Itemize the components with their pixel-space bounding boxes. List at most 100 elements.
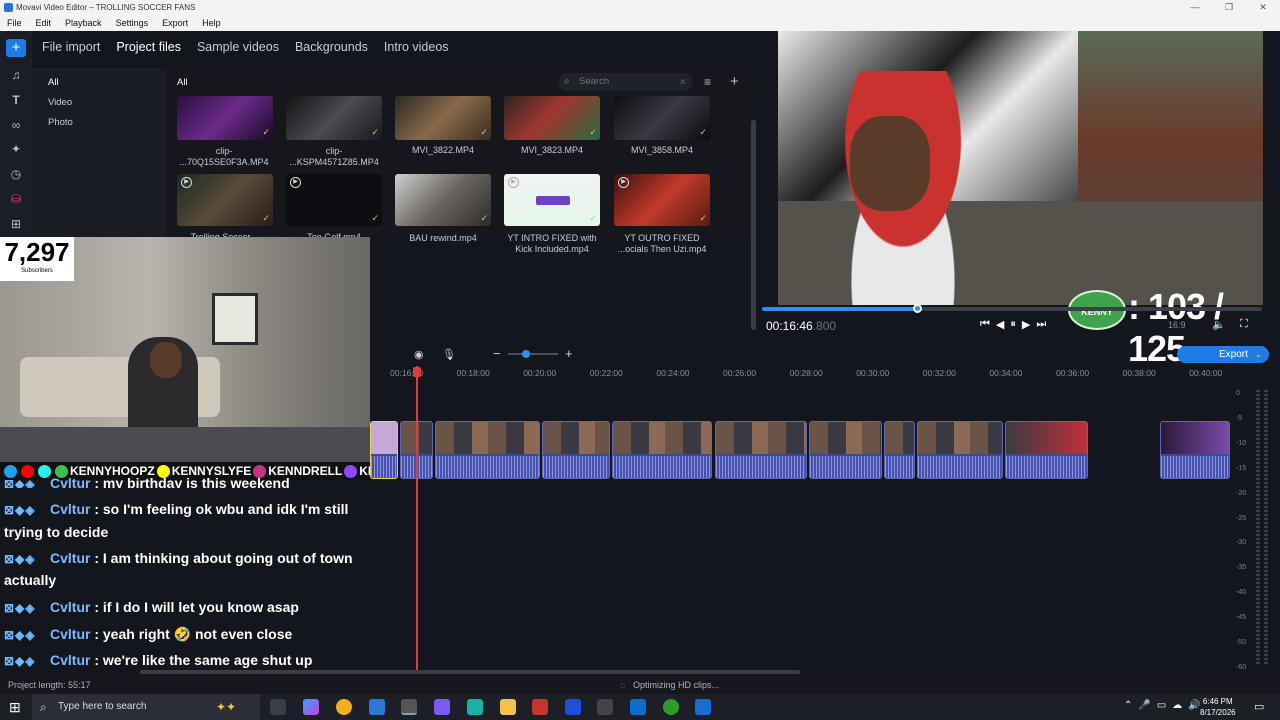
menu-help[interactable]: Help <box>195 15 228 31</box>
menu-export[interactable]: Export <box>155 15 195 31</box>
tray-icons[interactable]: ⌃🎤▭☁🔊 <box>1124 700 1207 711</box>
progress-knob[interactable] <box>913 304 922 313</box>
chat-user: Cvltur <box>50 550 91 566</box>
file-thumb[interactable]: ✓ <box>395 174 491 226</box>
zoom-slider[interactable] <box>508 350 558 358</box>
ruler-tick-label: 00:30:00 <box>856 368 890 378</box>
meter-label: -20 <box>1236 489 1247 497</box>
project-length: Project length: 55:17 <box>8 680 91 690</box>
tab-file-import[interactable]: File import <box>42 40 100 56</box>
aspect-ratio[interactable]: 16:9 <box>1168 320 1186 330</box>
volume-icon[interactable]: 🔈 <box>1212 318 1226 331</box>
discord-icon[interactable] <box>434 699 450 715</box>
close-icon[interactable]: ✕ <box>1246 0 1280 15</box>
files-scrollbar[interactable] <box>751 120 756 330</box>
clear-search-icon[interactable]: ✕ <box>679 73 687 91</box>
playback-progress[interactable] <box>762 304 1262 313</box>
app-icon[interactable] <box>467 699 483 715</box>
ruler-tick-label: 00:20:00 <box>523 368 557 378</box>
timeline-clip[interactable] <box>542 421 610 479</box>
prev-frame-icon[interactable]: ◀ <box>996 318 1004 331</box>
next-frame-icon[interactable]: ▶ <box>1022 318 1030 331</box>
taskbar-clock[interactable]: 6:46 PM 8/17/2026 <box>1200 696 1236 718</box>
file-thumb[interactable]: ✓ <box>614 96 710 140</box>
microphone-icon[interactable]: 🎙 <box>442 348 456 361</box>
timeline-clip[interactable] <box>1005 421 1088 479</box>
copilot-icon[interactable] <box>303 699 319 715</box>
used-check-icon: ✓ <box>480 213 488 223</box>
menu-playback[interactable]: Playback <box>58 15 109 31</box>
minimize-icon[interactable]: — <box>1178 0 1212 15</box>
zoom-out-icon[interactable]: − <box>493 346 501 361</box>
file-thumb[interactable]: ✓ <box>286 96 382 140</box>
file-thumb[interactable]: ▶ ✓ <box>177 174 273 226</box>
add-file-icon[interactable]: + <box>730 73 739 90</box>
tab-project-files[interactable]: Project files <box>116 40 181 56</box>
store-icon[interactable]: ⛁ <box>8 191 24 207</box>
add-media-button[interactable]: + <box>6 39 26 57</box>
file-thumb[interactable]: ✓ <box>177 96 273 140</box>
movavi-icon[interactable] <box>695 699 711 715</box>
used-check-icon: ✓ <box>371 127 379 137</box>
transitions-icon[interactable]: ∞ <box>8 117 24 133</box>
music-icon[interactable]: ♫ <box>8 67 24 83</box>
fullscreen-icon[interactable]: ⛶ <box>1240 318 1248 331</box>
chrome-icon[interactable] <box>336 699 352 715</box>
effects-icon[interactable]: ✦ <box>8 141 24 157</box>
zoom-in-icon[interactable]: + <box>565 346 573 361</box>
notification-icon[interactable]: ▭ <box>1254 700 1264 713</box>
stickers-icon[interactable]: ◷ <box>8 166 24 182</box>
file-thumb[interactable]: ▶ ✓ <box>286 174 382 226</box>
skip-start-icon[interactable]: ⏮ <box>980 318 990 331</box>
playhead[interactable] <box>416 366 418 671</box>
app-icon[interactable] <box>565 699 581 715</box>
pause-icon[interactable]: ⏸ <box>1010 318 1016 331</box>
timeline-scrollbar[interactable] <box>140 670 800 674</box>
outlook-icon[interactable] <box>630 699 646 715</box>
file-label: BAU rewind.mp4 <box>409 233 477 243</box>
timeline-clip[interactable] <box>370 421 398 479</box>
capcut-icon[interactable] <box>597 699 613 715</box>
titles-icon[interactable]: T <box>8 92 24 108</box>
xbox-icon[interactable] <box>663 699 679 715</box>
more-tools-icon[interactable]: ⊞ <box>8 216 24 232</box>
file-thumb[interactable]: ✓ <box>504 96 600 140</box>
timeline-clip[interactable] <box>612 421 712 479</box>
file-thumb[interactable]: ▶ ✓ <box>504 174 600 226</box>
menu-edit[interactable]: Edit <box>29 15 59 31</box>
timeline-clip[interactable] <box>715 421 807 479</box>
file-thumb[interactable]: ▶ ✓ <box>614 174 710 226</box>
sparkle-icon: ✦✦ <box>216 700 237 714</box>
file-explorer-icon[interactable] <box>500 699 516 715</box>
playhead-handle[interactable] <box>413 367 421 377</box>
search-input[interactable]: ⌕ Search ✕ <box>558 73 693 91</box>
windows-start-icon[interactable]: ⊞ <box>9 699 21 716</box>
store-icon[interactable] <box>369 699 385 715</box>
category-video[interactable]: Video <box>48 97 72 108</box>
export-button[interactable]: Export ⌄ <box>1177 346 1269 363</box>
taskbar-search-input[interactable]: ⌕ Type here to search ✦✦ <box>32 694 260 720</box>
tab-intro-videos[interactable]: Intro videos <box>384 40 449 56</box>
zoom-slider-knob[interactable] <box>522 350 530 358</box>
app-icon[interactable] <box>532 699 548 715</box>
timeline-clip[interactable] <box>884 421 915 479</box>
timeline-clip[interactable] <box>917 421 1003 479</box>
timeline-clip[interactable] <box>809 421 882 479</box>
tab-backgrounds[interactable]: Backgrounds <box>295 40 368 56</box>
menu-file[interactable]: File <box>0 15 29 31</box>
menu-settings[interactable]: Settings <box>109 15 156 31</box>
timeline-clip[interactable] <box>1160 421 1230 479</box>
timeline-clip[interactable] <box>435 421 540 479</box>
task-view-icon[interactable] <box>270 699 286 715</box>
obs-icon[interactable] <box>401 699 417 715</box>
file-thumb[interactable]: ✓ <box>395 96 491 140</box>
category-all[interactable]: All <box>48 77 59 88</box>
timeline-ruler[interactable]: 00:16:00 00:18:00 00:20:00 00:22:00 00:24:00… <box>370 366 1230 382</box>
category-photo[interactable]: Photo <box>48 117 73 128</box>
tab-sample-videos[interactable]: Sample videos <box>197 40 279 56</box>
skip-end-icon[interactable]: ⏭ <box>1036 318 1046 331</box>
maximize-icon[interactable]: ❐ <box>1212 0 1246 15</box>
sort-icon[interactable]: ≡ <box>704 75 711 89</box>
chevron-down-icon[interactable]: ⌄ <box>1255 346 1262 363</box>
snapshot-icon[interactable]: ◉ <box>414 348 424 361</box>
